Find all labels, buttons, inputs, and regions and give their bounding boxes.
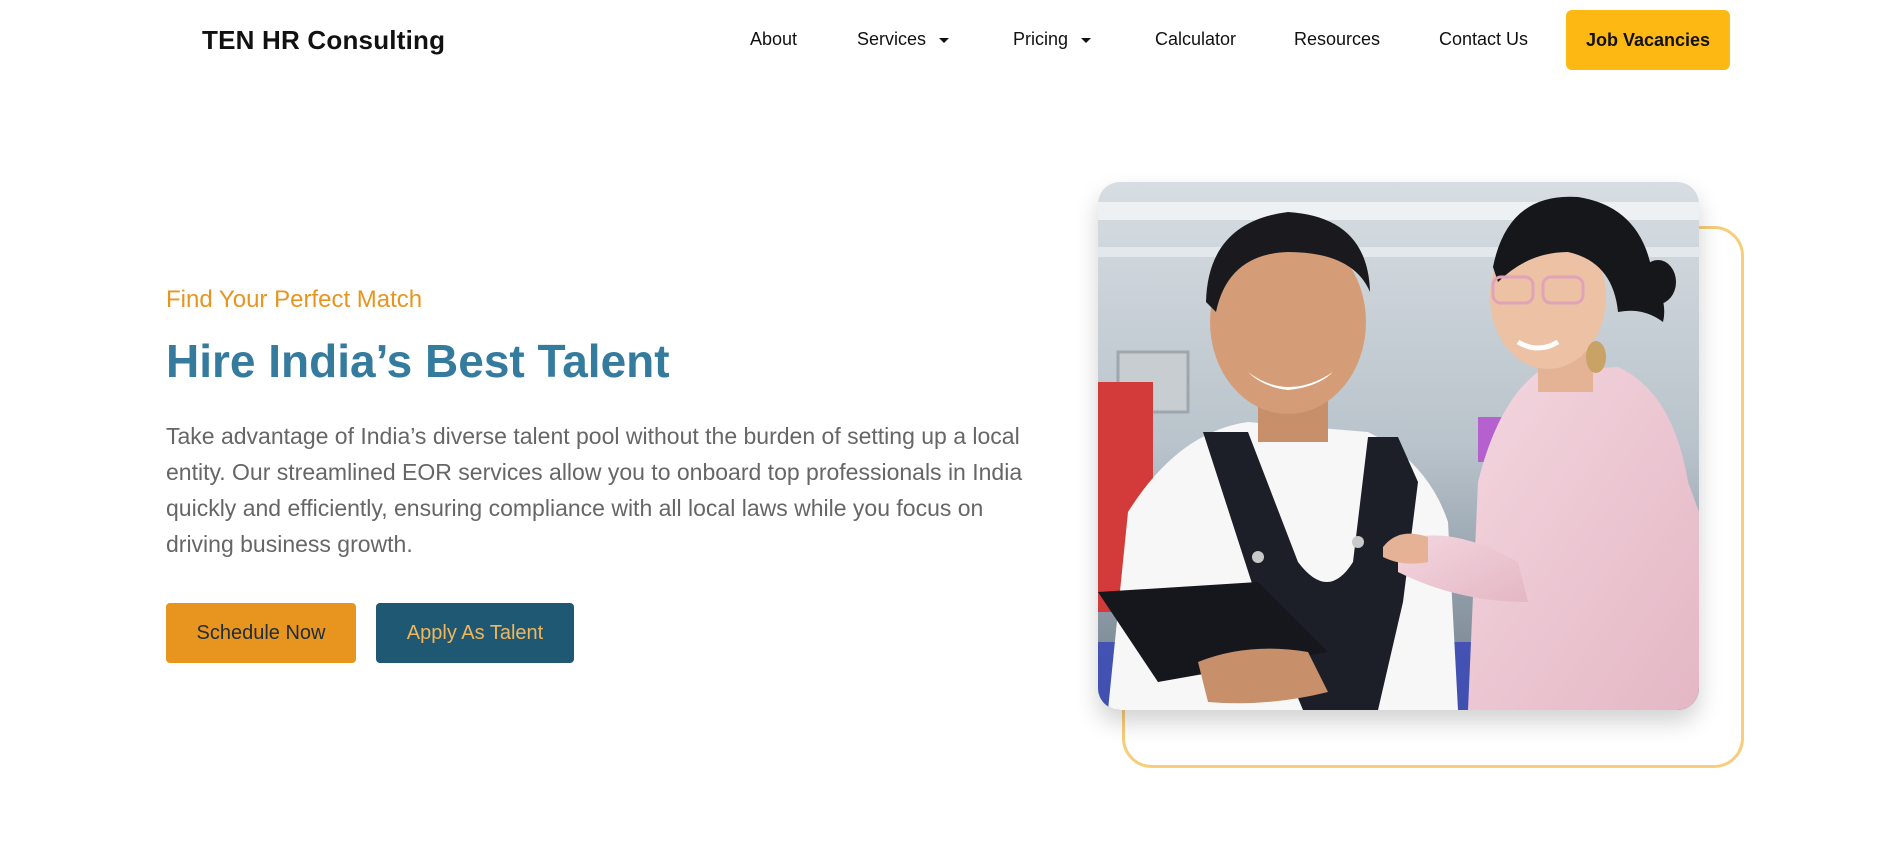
nav-resources[interactable]: Resources (1294, 29, 1380, 50)
nav-pricing-label: Pricing (1013, 29, 1069, 49)
schedule-now-button[interactable]: Schedule Now (166, 603, 356, 663)
caret-down-icon (1081, 38, 1092, 43)
nav-pricing[interactable]: Pricing (1013, 29, 1092, 50)
job-vacancies-button[interactable]: Job Vacancies (1566, 10, 1730, 70)
nav-calculator[interactable]: Calculator (1155, 29, 1236, 50)
nav-services[interactable]: Services (857, 29, 950, 50)
hero-photo (1098, 182, 1699, 710)
apply-as-talent-button[interactable]: Apply As Talent (376, 603, 574, 663)
caret-down-icon (939, 38, 950, 43)
nav-contact-us-label: Contact Us (1439, 29, 1529, 49)
nav-services-label: Services (857, 29, 927, 49)
nav-calculator-label: Calculator (1155, 29, 1237, 49)
brand-logo-text[interactable]: TEN HR Consulting (202, 25, 445, 56)
nav-about-label: About (750, 29, 798, 49)
nav-resources-label: Resources (1294, 29, 1381, 49)
hero-eyebrow: Find Your Perfect Match (166, 286, 423, 313)
hero-description: Take advantage of India’s diverse talent… (166, 423, 1023, 557)
hero-title: Hire India’s Best Talent (166, 335, 670, 387)
nav-about[interactable]: About (750, 29, 797, 50)
nav-contact-us[interactable]: Contact Us (1439, 29, 1528, 50)
site-header: TEN HR Consulting About Services Pricing… (0, 0, 1879, 80)
